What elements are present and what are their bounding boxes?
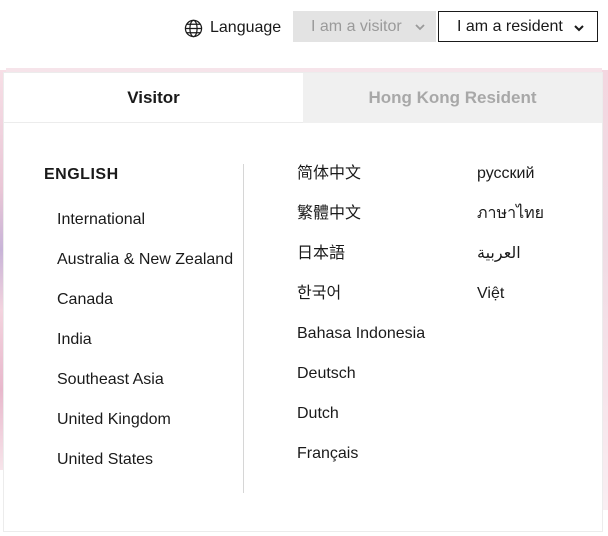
region-link-international[interactable]: International bbox=[57, 210, 233, 250]
language-link-simplified-chinese[interactable]: 简体中文 bbox=[297, 164, 425, 204]
region-link-australia-new-zealand[interactable]: Australia & New Zealand bbox=[57, 250, 233, 290]
language-link-russian[interactable]: русский bbox=[477, 164, 544, 204]
language-link-bahasa-indonesia[interactable]: Bahasa Indonesia bbox=[297, 324, 425, 364]
language-label: Language bbox=[210, 19, 282, 36]
resident-select[interactable]: I am a resident bbox=[438, 11, 598, 42]
region-link-india[interactable]: India bbox=[57, 330, 233, 370]
language-list-primary: 简体中文 繁體中文 日本語 한국어 Bahasa Indonesia Deuts… bbox=[297, 164, 425, 484]
globe-icon bbox=[184, 19, 203, 38]
audience-tabs: Visitor Hong Kong Resident bbox=[4, 73, 602, 123]
language-dropdown-panel: Visitor Hong Kong Resident ENGLISH Inter… bbox=[3, 72, 603, 532]
language-link-thai[interactable]: ภาษาไทย bbox=[477, 204, 544, 244]
resident-select-label: I am a resident bbox=[457, 17, 563, 35]
language-link-dutch[interactable]: Dutch bbox=[297, 404, 425, 444]
language-link-francais[interactable]: Français bbox=[297, 444, 425, 484]
region-link-united-kingdom[interactable]: United Kingdom bbox=[57, 410, 233, 450]
chevron-down-icon bbox=[573, 21, 585, 39]
visitor-select-label: I am a visitor bbox=[311, 17, 402, 35]
region-link-southeast-asia[interactable]: Southeast Asia bbox=[57, 370, 233, 410]
column-divider bbox=[243, 164, 244, 493]
language-link-vietnamese[interactable]: Việt bbox=[477, 284, 544, 324]
top-bar: Language I am a visitor I am a resident bbox=[0, 0, 608, 56]
language-button[interactable]: Language bbox=[184, 16, 281, 40]
chevron-down-icon bbox=[414, 20, 426, 38]
visitor-select[interactable]: I am a visitor bbox=[293, 11, 436, 42]
english-region-list: International Australia & New Zealand Ca… bbox=[57, 210, 233, 490]
language-link-japanese[interactable]: 日本語 bbox=[297, 244, 425, 284]
language-link-arabic[interactable]: العربية bbox=[477, 244, 544, 284]
tab-hong-kong-resident[interactable]: Hong Kong Resident bbox=[303, 73, 602, 123]
english-heading: ENGLISH bbox=[44, 166, 119, 183]
region-link-canada[interactable]: Canada bbox=[57, 290, 233, 330]
language-link-traditional-chinese[interactable]: 繁體中文 bbox=[297, 204, 425, 244]
language-list-secondary: русский ภาษาไทย العربية Việt bbox=[477, 164, 544, 324]
region-link-united-states[interactable]: United States bbox=[57, 450, 233, 490]
language-link-korean[interactable]: 한국어 bbox=[297, 284, 425, 324]
tab-visitor[interactable]: Visitor bbox=[4, 73, 303, 123]
language-link-deutsch[interactable]: Deutsch bbox=[297, 364, 425, 404]
